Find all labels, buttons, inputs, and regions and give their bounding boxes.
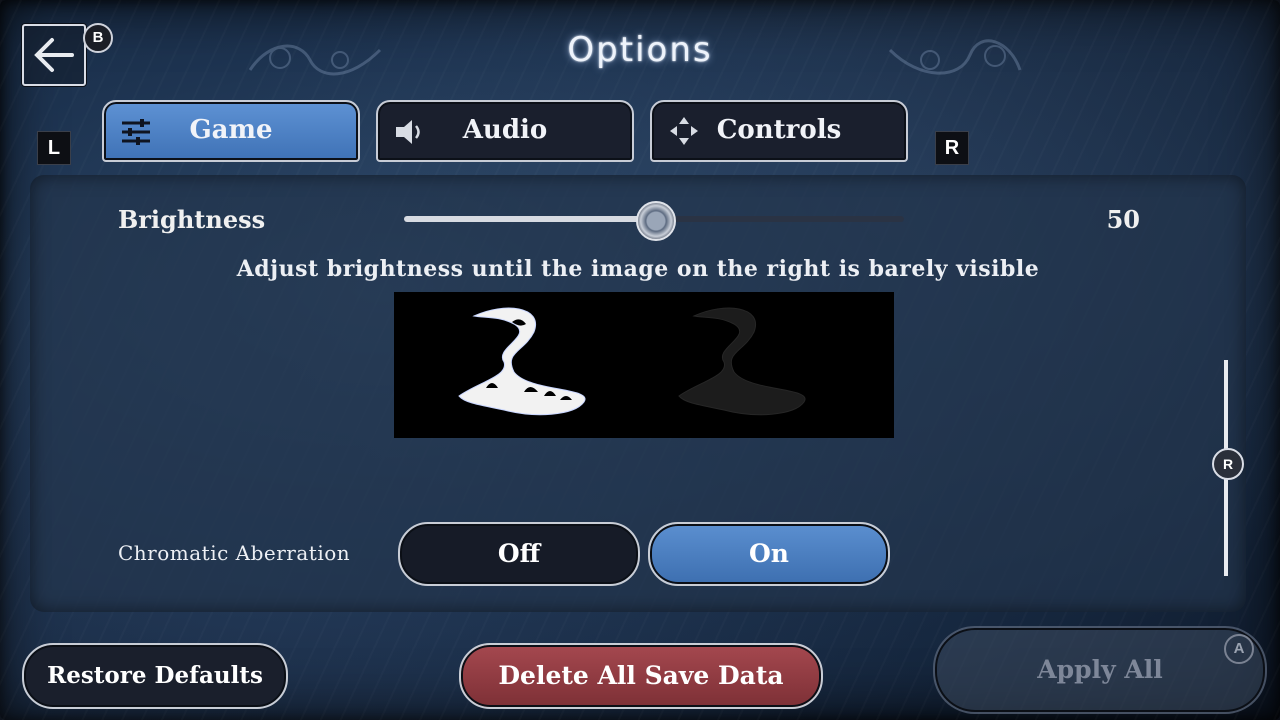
chromatic-aberration-off-button[interactable]: Off — [398, 522, 640, 586]
calibration-symbol — [458, 307, 806, 416]
r-shoulder-badge[interactable]: R — [935, 131, 969, 165]
brightness-slider-fill — [404, 216, 654, 222]
a-button-badge: A — [1224, 634, 1254, 664]
brightness-slider-handle[interactable] — [636, 201, 676, 241]
brightness-value: 50 — [1106, 205, 1140, 234]
brightness-label: Brightness — [118, 205, 266, 234]
apply-all-button[interactable]: Apply All — [933, 626, 1267, 714]
l-shoulder-badge[interactable]: L — [37, 131, 71, 165]
tab-controls[interactable]: Controls — [650, 100, 908, 162]
delete-save-data-button[interactable]: Delete All Save Data — [459, 643, 823, 709]
scrollbar-r-stick-badge[interactable]: R — [1212, 448, 1244, 480]
tab-game[interactable]: Game — [102, 100, 360, 162]
tab-controls-label: Controls — [716, 115, 842, 145]
restore-defaults-button[interactable]: Restore Defaults — [22, 643, 288, 709]
page-title: Options — [567, 30, 713, 70]
tab-game-label: Game — [189, 115, 273, 145]
chromatic-aberration-label: Chromatic Aberration — [118, 541, 351, 565]
tab-audio[interactable]: Audio — [376, 100, 634, 162]
brightness-preview-image — [394, 292, 894, 438]
brightness-hint: Adjust brightness until the image on the… — [236, 256, 1040, 282]
tab-audio-label: Audio — [462, 115, 548, 145]
chromatic-aberration-on-button[interactable]: On — [648, 522, 890, 586]
